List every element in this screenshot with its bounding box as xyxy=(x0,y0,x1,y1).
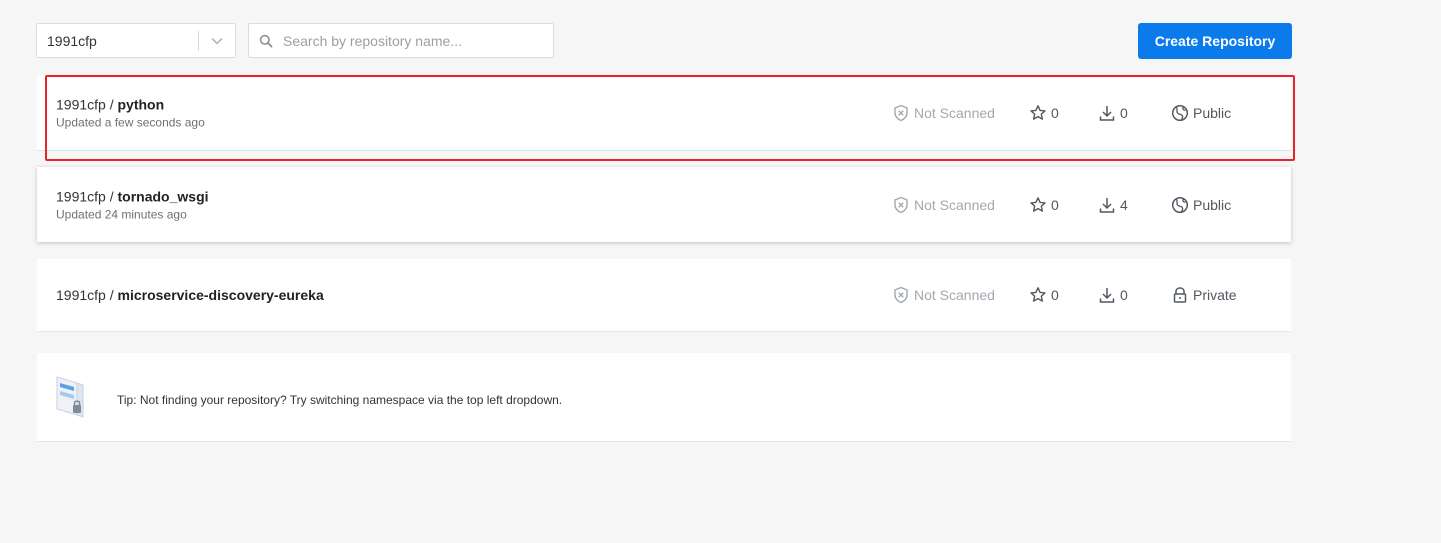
repo-row[interactable]: 1991cfp / python Updated a few seconds a… xyxy=(37,76,1291,151)
tip-text: Tip: Not finding your repository? Try sw… xyxy=(117,393,563,407)
pull-count: 0 xyxy=(1098,104,1128,122)
shield-x-icon xyxy=(894,196,908,213)
pull-count: 0 xyxy=(1098,286,1128,304)
globe-icon xyxy=(1171,196,1189,213)
star-icon xyxy=(1030,287,1046,302)
visibility-status: Public xyxy=(1171,196,1231,214)
star-count: 0 xyxy=(1029,286,1059,304)
stars-value: 0 xyxy=(1051,287,1059,303)
pulls-value: 4 xyxy=(1120,196,1128,213)
scan-label: Not Scanned xyxy=(914,196,995,213)
visibility-status: Public xyxy=(1171,104,1231,122)
star-icon xyxy=(1030,196,1046,212)
repo-title[interactable]: 1991cfp / python xyxy=(56,97,205,113)
repo-info: 1991cfp / python Updated a few seconds a… xyxy=(56,97,205,130)
repo-updated: Updated a few seconds ago xyxy=(56,115,205,130)
repo-row[interactable]: 1991cfp / microservice-discovery-eureka … xyxy=(37,259,1291,332)
scan-status: Not Scanned xyxy=(892,104,995,122)
download-icon xyxy=(1099,106,1115,121)
repo-namespace: 1991cfp xyxy=(56,188,106,204)
shield-x-icon xyxy=(894,104,908,122)
repo-name: python xyxy=(117,96,165,113)
star-count: 0 xyxy=(1029,104,1059,122)
repo-title[interactable]: 1991cfp / microservice-discovery-eureka xyxy=(56,287,324,303)
visibility-label: Private xyxy=(1193,287,1237,303)
repo-namespace: 1991cfp xyxy=(56,96,106,113)
tip-card: Tip: Not finding your repository? Try sw… xyxy=(37,353,1291,442)
globe-icon xyxy=(1171,104,1189,122)
create-repository-button[interactable]: Create Repository xyxy=(1138,23,1292,59)
repo-row[interactable]: 1991cfp / tornado_wsgi Updated 24 minute… xyxy=(37,167,1291,242)
shield-x-icon xyxy=(894,286,908,304)
stars-value: 0 xyxy=(1051,196,1059,213)
visibility-label: Public xyxy=(1193,105,1232,121)
star-count: 0 xyxy=(1029,196,1059,214)
repository-illustration-icon xyxy=(56,376,84,418)
repo-updated: Updated 24 minutes ago xyxy=(56,207,187,221)
visibility-label: Public xyxy=(1193,196,1232,213)
chevron-down-icon[interactable] xyxy=(199,24,235,57)
lock-icon xyxy=(1173,287,1187,303)
repo-name: tornado_wsgi xyxy=(117,188,209,204)
search-input[interactable] xyxy=(283,24,553,57)
scan-label: Not Scanned xyxy=(914,287,995,303)
visibility-status: Private xyxy=(1171,286,1237,304)
repo-namespace: 1991cfp xyxy=(56,287,106,303)
repo-info: 1991cfp / microservice-discovery-eureka xyxy=(56,287,324,303)
scan-label: Not Scanned xyxy=(914,105,995,121)
namespace-dropdown[interactable]: 1991cfp xyxy=(36,23,236,58)
repo-title[interactable]: 1991cfp / tornado_wsgi xyxy=(56,188,209,204)
repo-info: 1991cfp / tornado_wsgi Updated 24 minute… xyxy=(56,188,209,221)
pulls-value: 0 xyxy=(1120,287,1128,303)
pulls-value: 0 xyxy=(1120,105,1128,121)
search-icon xyxy=(249,34,283,48)
download-icon xyxy=(1099,288,1115,303)
namespace-value: 1991cfp xyxy=(47,32,97,49)
download-icon xyxy=(1099,197,1115,213)
stars-value: 0 xyxy=(1051,105,1059,121)
repo-name: microservice-discovery-eureka xyxy=(117,287,324,303)
pull-count: 4 xyxy=(1098,196,1128,214)
search-box[interactable] xyxy=(248,23,554,58)
scan-status: Not Scanned xyxy=(892,196,995,214)
star-icon xyxy=(1030,105,1046,120)
scan-status: Not Scanned xyxy=(892,286,995,304)
